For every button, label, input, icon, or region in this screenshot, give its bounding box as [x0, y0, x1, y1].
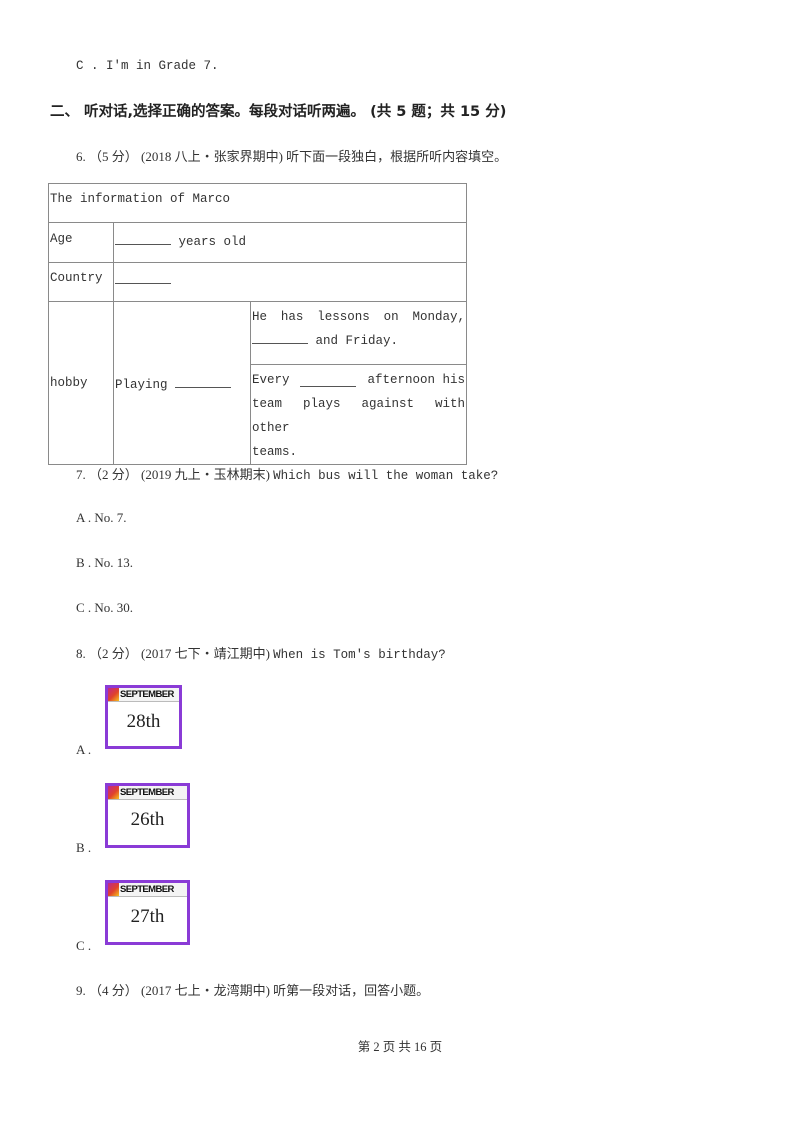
calendar-flame-icon [108, 883, 119, 896]
section-title: 二、 听对话,选择正确的答案。每段对话听两遍。 (共 5 题；共 15 分) [50, 104, 507, 120]
question-6-meta: 6. （5 分） (2018 八上・张家界期中) [76, 149, 287, 164]
question-8: 8. （2 分） (2017 七下・靖江期中) When is Tom's bi… [76, 643, 446, 662]
table-header: The information of Marco [48, 183, 467, 223]
weekday-blank[interactable] [252, 331, 308, 344]
age-value: years old [113, 222, 467, 263]
day-blank[interactable] [300, 374, 357, 387]
hobby-detail-1: He has lessons on Monday, and Friday. [250, 301, 467, 365]
q8-option-b-calendar[interactable]: SEPTEMBER 26th [105, 783, 190, 848]
q8-option-a-calendar[interactable]: SEPTEMBER 28th [105, 685, 182, 749]
calendar-month: SEPTEMBER [120, 689, 174, 700]
calendar-day: 27th [130, 906, 165, 927]
q8-option-b-label[interactable]: B . [76, 840, 91, 856]
question-7-meta: 7. （2 分） (2019 九上・玉林期末) [76, 467, 274, 482]
question-6-text: 听下面一段独白，根据所听内容填空。 [286, 149, 508, 164]
question-9: 9. （4 分） (2017 七上・龙湾期中) 听第一段对话，回答小题。 [76, 980, 429, 999]
calendar-month: SEPTEMBER [120, 884, 174, 895]
q8-option-a-label[interactable]: A . [76, 742, 91, 758]
detail2-line3: teams. [252, 445, 298, 459]
hobby-label: hobby [48, 301, 114, 465]
q7-option-a[interactable]: A . No. 7. [76, 510, 127, 526]
country-blank[interactable] [115, 271, 171, 284]
hobby-blank[interactable] [175, 375, 232, 388]
hobby-prefix: Playing [115, 377, 176, 392]
q8-option-c-calendar[interactable]: SEPTEMBER 27th [105, 880, 190, 945]
q8-option-c-label[interactable]: C . [76, 938, 91, 954]
question-6: 6. （5 分） (2018 八上・张家界期中) 听下面一段独白，根据所听内容填… [76, 146, 507, 165]
question-8-meta: 8. （2 分） (2017 七下・靖江期中) [76, 646, 274, 661]
question-9-text: 听第一段对话，回答小题。 [273, 983, 430, 998]
calendar-day: 26th [130, 809, 165, 830]
detail2-suffix: afternoon his [367, 373, 465, 387]
question-7: 7. （2 分） (2019 九上・玉林期末) Which bus will t… [76, 464, 498, 483]
calendar-day: 28th [126, 711, 161, 732]
detail1-line1: He has lessons on Monday, [252, 310, 465, 324]
age-label: Age [48, 222, 114, 263]
country-value [113, 262, 467, 302]
q7-option-c[interactable]: C . No. 30. [76, 600, 133, 616]
calendar-flame-icon [108, 688, 119, 701]
detail2-prefix: Every [252, 373, 290, 387]
marco-info-table: The information of Marco Age years old C… [48, 183, 467, 465]
hobby-value: Playing [113, 301, 251, 465]
q7-option-b[interactable]: B . No. 13. [76, 555, 133, 571]
calendar-flame-icon [108, 786, 119, 799]
age-blank[interactable] [115, 232, 171, 245]
calendar-month: SEPTEMBER [120, 787, 174, 798]
age-suffix: years old [171, 235, 247, 249]
detail1-line2: and Friday. [308, 334, 399, 348]
question-8-text: When is Tom's birthday? [273, 648, 446, 662]
hobby-detail-2: Every afternoon his team plays against w… [250, 364, 467, 465]
detail2-line2: team plays against with other [252, 397, 465, 435]
question-9-meta: 9. （4 分） (2017 七上・龙湾期中) [76, 983, 274, 998]
prev-question-option-c[interactable]: C . I'm in Grade 7. [76, 59, 219, 73]
page-footer: 第 2 页 共 16 页 [357, 1040, 443, 1054]
country-label: Country [48, 262, 114, 302]
question-7-text: Which bus will the woman take? [273, 469, 499, 483]
